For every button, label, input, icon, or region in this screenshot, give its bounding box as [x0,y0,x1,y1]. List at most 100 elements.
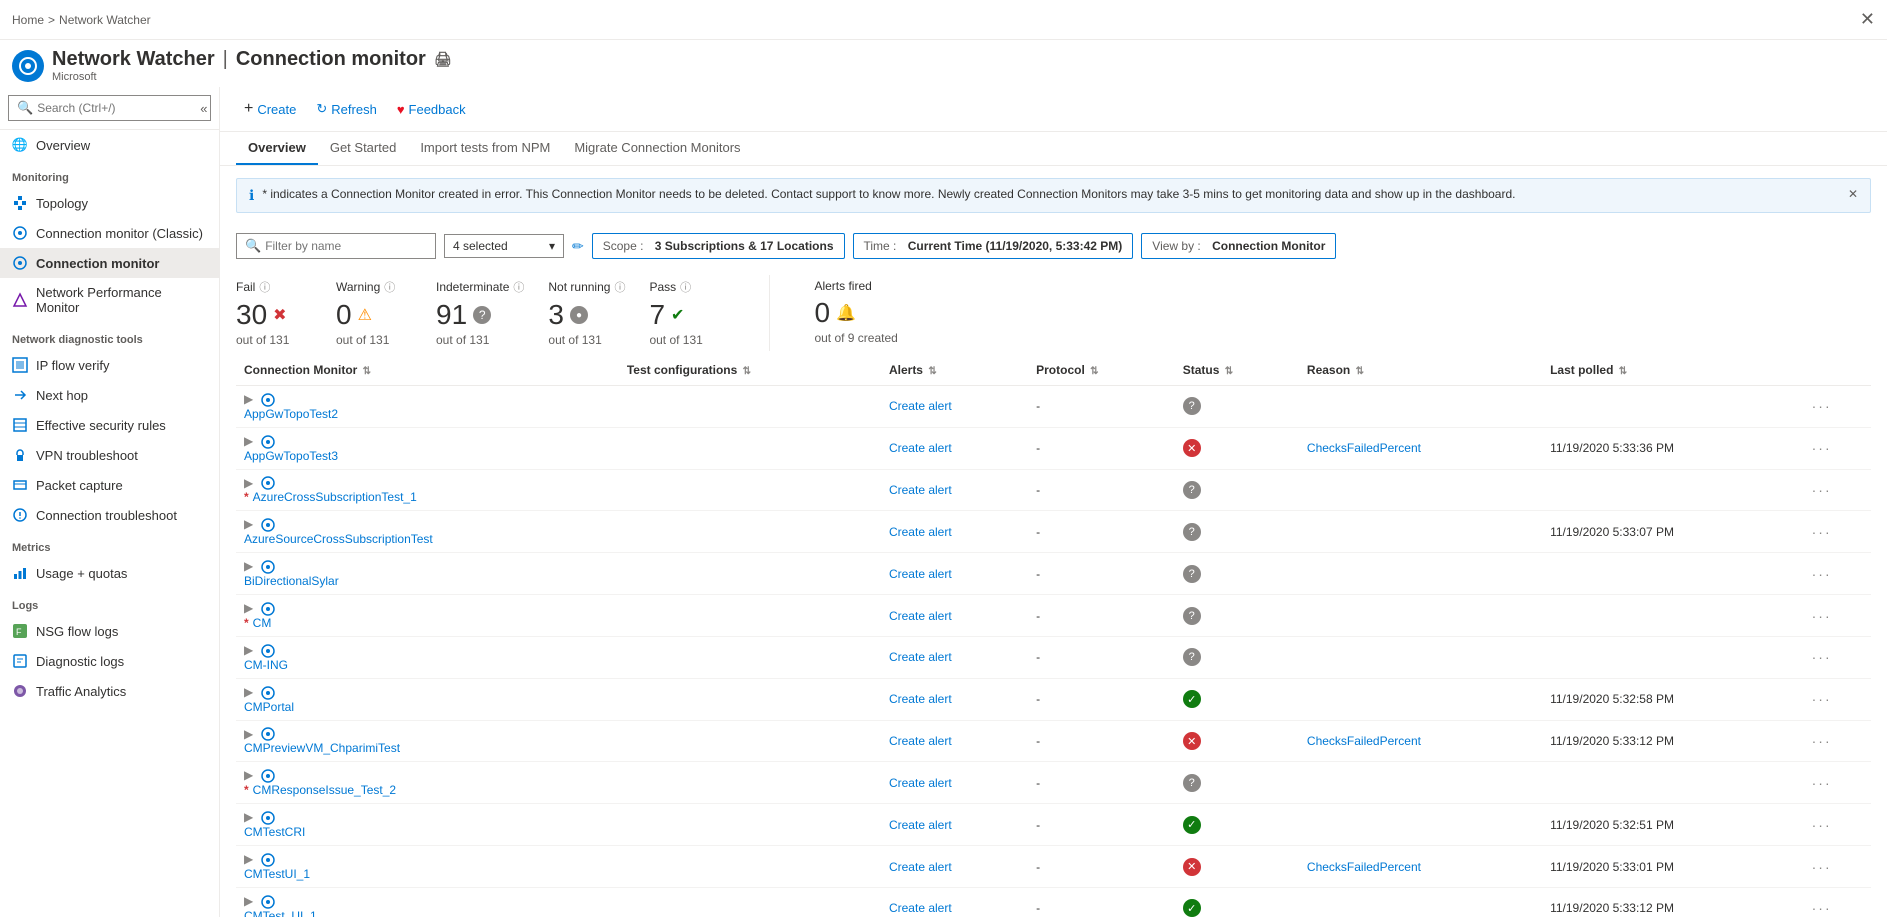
cm-name-link[interactable]: CM-ING [244,658,611,672]
create-alert-link[interactable]: Create alert [889,692,952,706]
breadcrumb-home[interactable]: Home [12,13,44,27]
sort-test-icon[interactable]: ⇅ [743,366,751,377]
sidebar-item-topology[interactable]: Topology [0,188,219,218]
create-alert-link[interactable]: Create alert [889,650,952,664]
sidebar-item-connection-classic[interactable]: Connection monitor (Classic) [0,218,219,248]
tab-overview[interactable]: Overview [236,132,318,165]
sort-alerts-icon[interactable]: ⇅ [928,366,936,377]
sort-protocol-icon[interactable]: ⇅ [1090,366,1098,377]
create-alert-link[interactable]: Create alert [889,901,952,915]
reason-link[interactable]: ChecksFailedPercent [1307,734,1421,748]
filter-dropdown[interactable]: 4 selected ▾ [444,234,564,258]
collapse-button[interactable]: « [196,101,211,116]
row-expand-button[interactable]: ▶ [244,601,253,615]
row-expand-button[interactable]: ▶ [244,852,253,866]
filter-input-wrap[interactable]: 🔍 [236,233,436,259]
more-options-button[interactable]: ··· [1812,566,1832,582]
cm-name-link[interactable]: CMTestCRI [244,825,611,839]
row-expand-button[interactable]: ▶ [244,476,253,490]
sidebar-item-conn-troubleshoot[interactable]: Connection troubleshoot [0,500,219,530]
scope-button[interactable]: Scope : 3 Subscriptions & 17 Locations [592,233,845,259]
more-options-button[interactable]: ··· [1812,440,1832,456]
tab-migrate[interactable]: Migrate Connection Monitors [562,132,752,165]
row-expand-button[interactable]: ▶ [244,559,253,573]
sort-reason-icon[interactable]: ⇅ [1356,366,1364,377]
sidebar-item-vpn[interactable]: VPN troubleshoot [0,440,219,470]
cell-reason [1299,762,1542,804]
more-options-button[interactable]: ··· [1812,524,1832,540]
sidebar-item-connection-monitor[interactable]: Connection monitor [0,248,219,278]
create-alert-link[interactable]: Create alert [889,860,952,874]
sort-name-icon[interactable]: ⇅ [363,366,371,377]
create-alert-link[interactable]: Create alert [889,441,952,455]
row-expand-button[interactable]: ▶ [244,894,253,908]
print-icon[interactable]: 🖨 [434,51,452,68]
cm-name-link[interactable]: CMPreviewVM_ChparimiTest [244,741,611,755]
row-expand-button[interactable]: ▶ [244,768,253,782]
create-alert-link[interactable]: Create alert [889,399,952,413]
row-expand-button[interactable]: ▶ [244,685,253,699]
more-options-button[interactable]: ··· [1812,775,1832,791]
cm-name-link[interactable]: CMPortal [244,700,611,714]
cm-name-link[interactable]: * CM [244,616,611,630]
search-input[interactable] [37,101,192,115]
close-button[interactable]: ✕ [1860,9,1875,30]
cm-name-link[interactable]: CMTest_UI_1 [244,909,611,917]
more-options-button[interactable]: ··· [1812,733,1832,749]
row-expand-button[interactable]: ▶ [244,434,253,448]
more-options-button[interactable]: ··· [1812,608,1832,624]
viewby-button[interactable]: View by : Connection Monitor [1141,233,1336,259]
sidebar-item-security-rules[interactable]: Effective security rules [0,410,219,440]
cm-name-link[interactable]: * AzureCrossSubscriptionTest_1 [244,490,611,504]
create-alert-link[interactable]: Create alert [889,776,952,790]
sidebar-item-traffic[interactable]: Traffic Analytics [0,676,219,706]
sidebar-item-diag[interactable]: Diagnostic logs [0,646,219,676]
tab-import-npm[interactable]: Import tests from NPM [408,132,562,165]
reason-link[interactable]: ChecksFailedPercent [1307,441,1421,455]
create-alert-link[interactable]: Create alert [889,483,952,497]
create-alert-link[interactable]: Create alert [889,525,952,539]
cm-name-link[interactable]: AppGwTopoTest3 [244,449,611,463]
more-options-button[interactable]: ··· [1812,398,1832,414]
more-options-button[interactable]: ··· [1812,482,1832,498]
sidebar-item-next-hop[interactable]: Next hop [0,380,219,410]
sort-status-icon[interactable]: ⇅ [1225,366,1233,377]
time-button[interactable]: Time : Current Time (11/19/2020, 5:33:42… [853,233,1134,259]
more-options-button[interactable]: ··· [1812,900,1832,916]
filter-input[interactable] [265,239,427,253]
sort-lastpolled-icon[interactable]: ⇅ [1619,366,1627,377]
create-alert-link[interactable]: Create alert [889,567,952,581]
banner-close-button[interactable]: ✕ [1848,187,1858,201]
cm-name-link[interactable]: CMTestUI_1 [244,867,611,881]
cm-name-link[interactable]: AzureSourceCrossSubscriptionTest [244,532,611,546]
sidebar-item-overview[interactable]: 🌐 Overview [0,130,219,160]
create-alert-link[interactable]: Create alert [889,734,952,748]
row-expand-button[interactable]: ▶ [244,643,253,657]
row-expand-button[interactable]: ▶ [244,810,253,824]
create-alert-link[interactable]: Create alert [889,818,952,832]
row-expand-button[interactable]: ▶ [244,392,253,406]
refresh-button[interactable]: ↻ Refresh [308,96,384,122]
tab-get-started[interactable]: Get Started [318,132,408,165]
more-options-button[interactable]: ··· [1812,859,1832,875]
edit-icon[interactable]: ✏ [572,238,584,255]
sidebar-item-packet[interactable]: Packet capture [0,470,219,500]
sidebar-item-ip-flow[interactable]: IP flow verify [0,350,219,380]
row-expand-button[interactable]: ▶ [244,727,253,741]
sidebar-item-npm[interactable]: Network Performance Monitor [0,278,219,322]
more-options-button[interactable]: ··· [1812,817,1832,833]
cm-name-link[interactable]: BiDirectionalSylar [244,574,611,588]
cm-name-link[interactable]: AppGwTopoTest2 [244,407,611,421]
create-button[interactable]: + Create [236,95,304,123]
reason-link[interactable]: ChecksFailedPercent [1307,860,1421,874]
sidebar-item-nsg[interactable]: F NSG flow logs [0,616,219,646]
row-expand-button[interactable]: ▶ [244,517,253,531]
sidebar-item-usage[interactable]: Usage + quotas [0,558,219,588]
search-input-wrap[interactable]: 🔍 « [8,95,211,121]
more-options-button[interactable]: ··· [1812,649,1832,665]
feedback-button[interactable]: ♥ Feedback [389,97,474,122]
cm-name-link[interactable]: * CMResponseIssue_Test_2 [244,783,611,797]
stat-warning-value: 0 ⚠ [336,299,412,331]
create-alert-link[interactable]: Create alert [889,609,952,623]
more-options-button[interactable]: ··· [1812,691,1832,707]
